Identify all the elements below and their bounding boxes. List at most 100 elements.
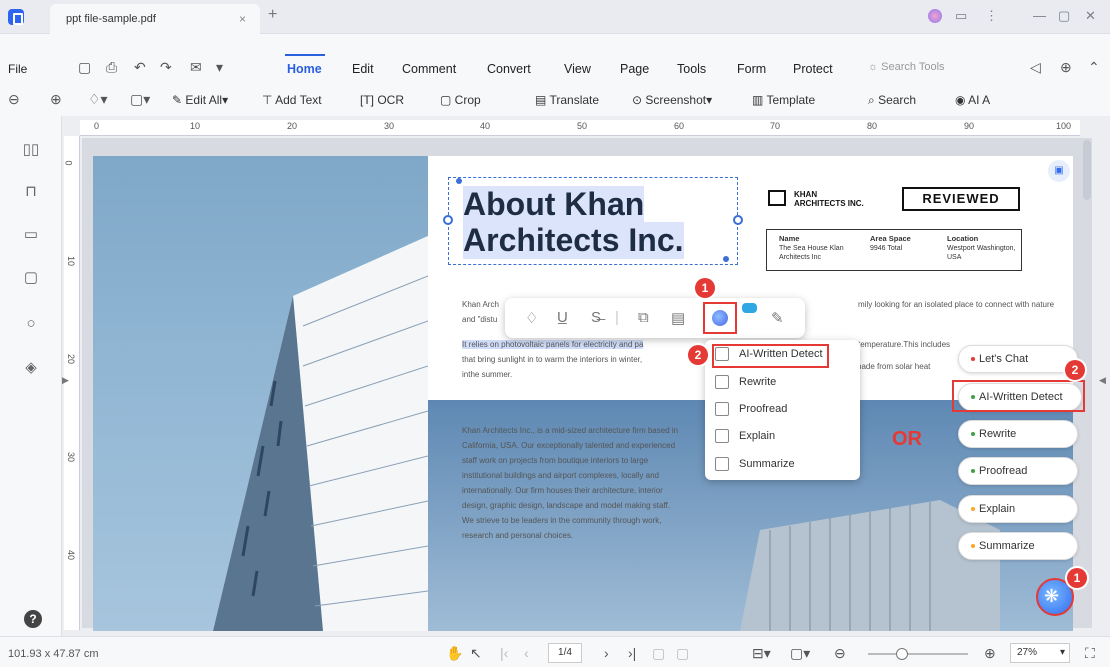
tab-view[interactable]: View (564, 62, 591, 76)
single-page-icon[interactable]: ▢ (652, 645, 665, 662)
menu-item-summarize[interactable]: Summarize (715, 457, 795, 471)
bookmark-icon[interactable]: ⊓ (22, 182, 40, 200)
document-tab[interactable]: ppt file-sample.pdf × (50, 4, 260, 34)
ruler-tick: 50 (577, 121, 588, 131)
more-options-icon[interactable]: ⋮ (985, 8, 998, 24)
print-icon[interactable]: ⎙ (106, 59, 117, 76)
zoom-out-icon[interactable]: ⊖ (8, 91, 20, 108)
search-tools-field[interactable]: ☼ Search Tools (868, 61, 945, 73)
customize-dropdown-icon[interactable]: ▾ (216, 59, 223, 76)
first-page-icon[interactable]: |‹ (500, 645, 508, 661)
attachment-icon[interactable]: ▢ (22, 268, 40, 286)
page-tool-icon[interactable]: ▣ (1048, 160, 1070, 182)
collapse-panel-icon[interactable]: ◀ (1099, 375, 1106, 386)
last-page-icon[interactable]: ›| (628, 645, 636, 661)
menu-item-explain[interactable]: Explain (715, 429, 775, 443)
layers-icon[interactable]: ◈ (22, 358, 40, 376)
fit-page-icon[interactable]: ▢ (676, 645, 689, 662)
help-icon[interactable]: ? (24, 610, 42, 628)
comment-icon[interactable]: ▭ (22, 225, 40, 243)
redo-icon[interactable]: ↷ (160, 59, 172, 76)
pill-summarize[interactable]: Summarize (958, 532, 1078, 560)
expand-panel-icon[interactable]: ▶ (62, 375, 69, 386)
page-number-input[interactable]: 1/4 (548, 643, 582, 663)
thumbnails-icon[interactable]: ▯▯ (22, 140, 40, 158)
zoom-out-status-icon[interactable]: ⊖ (834, 645, 846, 662)
vertical-scrollbar[interactable] (1083, 140, 1091, 200)
ai-sparkle-icon: ❋ (1044, 586, 1060, 606)
highlight-text-icon[interactable]: ♢ (525, 309, 538, 327)
maximize-button[interactable]: ▢ (1058, 8, 1070, 24)
ai-assistant-button[interactable]: ◉ AI A (955, 93, 990, 107)
add-text-button[interactable]: ⊤ Add Text (262, 93, 322, 107)
status-dot (971, 544, 975, 549)
chat-icon[interactable]: ▭ (955, 8, 967, 24)
undo-icon[interactable]: ↶ (134, 59, 146, 76)
file-menu[interactable]: File (8, 62, 27, 76)
edit-all-button[interactable]: ✎ Edit All▾ (172, 93, 228, 107)
strikethrough-icon[interactable]: S̶ (591, 309, 601, 326)
template-button[interactable]: ▥ Template (752, 93, 815, 107)
search-panel-icon[interactable]: ○ (22, 315, 40, 333)
zoom-slider-knob[interactable] (896, 648, 908, 660)
tab-edit[interactable]: Edit (352, 62, 374, 76)
cloud-icon[interactable]: ⊕ (1060, 59, 1072, 76)
avatar[interactable] (928, 9, 942, 23)
pill-lets-chat[interactable]: Let's Chat (958, 345, 1078, 373)
tab-convert[interactable]: Convert (487, 62, 531, 76)
zoom-slider-track[interactable] (868, 653, 968, 655)
resize-handle-left[interactable] (443, 215, 453, 225)
share-icon[interactable]: ◁ (1030, 59, 1041, 76)
select-tool-icon[interactable]: ↖ (470, 645, 482, 662)
fit-width-icon[interactable]: ⊟▾ (752, 645, 771, 662)
email-icon[interactable]: ✉ (190, 59, 202, 76)
crop-button[interactable]: ▢ Crop (440, 93, 481, 107)
underline-icon[interactable]: U̲ (557, 309, 568, 326)
next-page-icon[interactable]: › (604, 645, 609, 661)
fullscreen-icon[interactable]: ⛶ (1085, 645, 1095, 662)
heading-line-1[interactable]: About Khan (463, 186, 645, 223)
tab-form[interactable]: Form (737, 62, 766, 76)
zoom-in-icon[interactable]: ⊕ (50, 91, 62, 108)
pill-rewrite[interactable]: Rewrite (958, 420, 1078, 448)
selection-end-handle[interactable] (723, 256, 729, 262)
collapse-ribbon-icon[interactable]: ⌃ (1088, 59, 1100, 76)
resize-handle-right[interactable] (733, 215, 743, 225)
tab-tools[interactable]: Tools (677, 62, 706, 76)
logo-line-2: ARCHITECTS INC. (794, 199, 864, 208)
selected-heading-textbox[interactable]: About Khan Architects Inc. (448, 177, 738, 265)
menu-item-rewrite[interactable]: Rewrite (715, 375, 776, 389)
chevron-down-icon: ▾ (706, 93, 713, 107)
tab-protect[interactable]: Protect (793, 62, 833, 76)
prev-page-icon[interactable]: ‹ (524, 645, 529, 661)
crop-label: Crop (454, 93, 481, 107)
menu-item-proofread[interactable]: Proofread (715, 402, 787, 416)
heading-line-2[interactable]: Architects Inc. (463, 222, 684, 259)
minimize-button[interactable]: — (1033, 8, 1046, 23)
hand-tool-icon[interactable]: ✋ (446, 645, 463, 662)
tab-comment[interactable]: Comment (402, 62, 456, 76)
save-icon[interactable]: ▢ (78, 59, 91, 76)
close-tab-icon[interactable]: × (239, 12, 246, 26)
search-button[interactable]: ⌕ Search (868, 93, 916, 108)
page-layout-icon[interactable]: ▢▾ (790, 645, 810, 662)
tab-page[interactable]: Page (620, 62, 649, 76)
translate-text-icon[interactable]: ▤ (671, 309, 685, 327)
pill-explain[interactable]: Explain (958, 495, 1078, 523)
zoom-in-status-icon[interactable]: ⊕ (984, 645, 996, 662)
shape-icon[interactable]: ▢▾ (130, 91, 150, 108)
edit-text-icon[interactable]: ✎ (771, 309, 784, 327)
new-tab-button[interactable]: + (268, 6, 277, 24)
ocr-icon: [T] (360, 93, 378, 107)
close-window-button[interactable]: ✕ (1085, 8, 1096, 24)
ocr-button[interactable]: [T] OCR (360, 93, 404, 107)
zoom-level-select[interactable]: 27% ▾ (1010, 643, 1070, 663)
highlight-icon[interactable]: ♢▾ (88, 91, 108, 108)
translate-label: Translate (549, 93, 600, 107)
tab-home[interactable]: Home (287, 62, 322, 76)
screenshot-button[interactable]: ⊙ Screenshot▾ (632, 93, 712, 107)
copy-icon[interactable]: ⧉ (638, 309, 649, 326)
translate-button[interactable]: ▤ Translate (535, 93, 599, 107)
selection-start-handle[interactable] (456, 178, 462, 184)
pill-proofread[interactable]: Proofread (958, 457, 1078, 485)
